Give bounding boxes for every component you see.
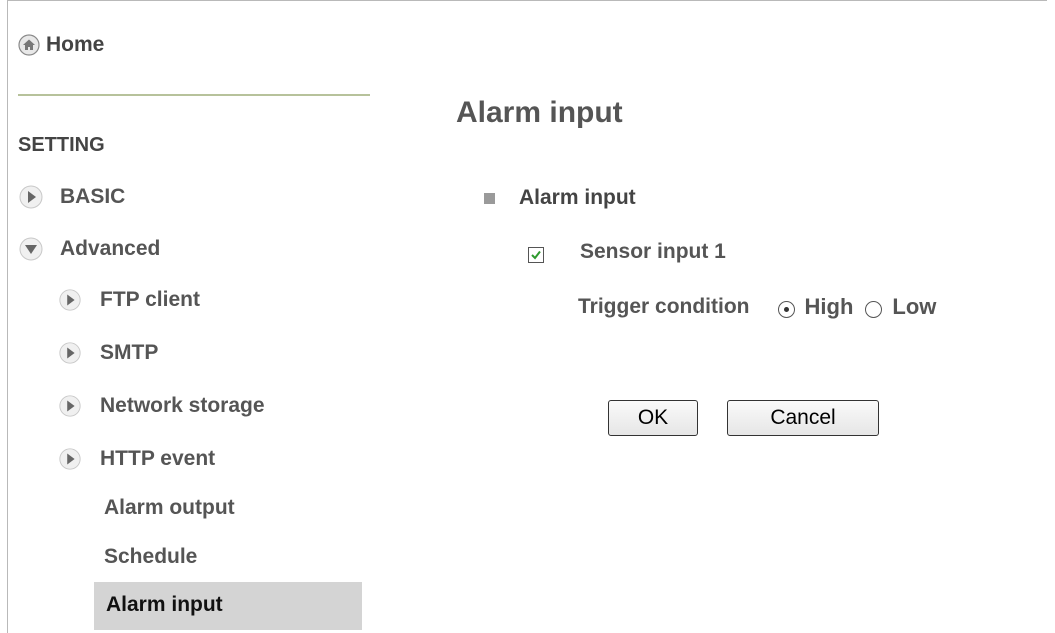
sidebar-item-alarm-output[interactable]: Alarm output — [104, 496, 235, 520]
setting-section-title: SETTING — [18, 134, 105, 156]
arrow-right-icon — [19, 185, 43, 209]
sidebar-item-label: Alarm input — [106, 593, 223, 616]
home-link[interactable]: Home — [18, 28, 104, 62]
sensor-input-row: Sensor input 1 — [528, 240, 726, 264]
alarm-input-section: Alarm input — [484, 186, 636, 210]
ok-button[interactable]: OK — [608, 400, 698, 436]
sidebar-item-label: HTTP event — [100, 447, 216, 470]
sidebar-item-ftp-client[interactable]: FTP client — [58, 288, 200, 312]
home-icon — [18, 34, 40, 56]
sidebar-item-http-event[interactable]: HTTP event — [58, 447, 215, 471]
sidebar-item-basic[interactable]: BASIC — [18, 184, 125, 210]
page-title: Alarm input — [456, 96, 623, 129]
trigger-high-radio[interactable] — [777, 300, 795, 318]
sidebar-item-advanced[interactable]: Advanced — [18, 236, 160, 262]
home-label: Home — [46, 33, 105, 56]
trigger-low-radio[interactable] — [865, 300, 883, 318]
checkmark-icon — [531, 250, 541, 260]
sidebar-item-network-storage[interactable]: Network storage — [58, 394, 265, 418]
cancel-button[interactable]: Cancel — [727, 400, 879, 436]
sidebar-item-label: Advanced — [60, 237, 161, 260]
home-divider — [18, 94, 370, 96]
sensor-input-1-checkbox[interactable] — [528, 247, 544, 263]
sidebar-item-label: FTP client — [100, 288, 200, 311]
sensor-input-label: Sensor input 1 — [580, 240, 726, 263]
trigger-condition-row: Trigger condition High Low — [578, 294, 948, 320]
trigger-low-label[interactable]: Low — [892, 294, 936, 320]
arrow-down-icon — [19, 237, 43, 261]
trigger-high-label[interactable]: High — [805, 294, 854, 320]
section-label: Alarm input — [519, 186, 636, 209]
trigger-condition-label: Trigger condition — [578, 295, 750, 318]
sidebar-item-label: Network storage — [100, 394, 265, 417]
sidebar-item-schedule[interactable]: Schedule — [104, 545, 197, 569]
arrow-right-icon — [59, 342, 81, 364]
arrow-right-icon — [59, 448, 81, 470]
sidebar-item-alarm-input[interactable]: Alarm input — [94, 582, 362, 630]
square-bullet-icon — [484, 192, 495, 204]
sidebar-item-label: BASIC — [60, 185, 126, 208]
sidebar-item-smtp[interactable]: SMTP — [58, 341, 158, 365]
arrow-right-icon — [59, 289, 81, 311]
sidebar-item-label: SMTP — [100, 341, 159, 364]
arrow-right-icon — [59, 395, 81, 417]
